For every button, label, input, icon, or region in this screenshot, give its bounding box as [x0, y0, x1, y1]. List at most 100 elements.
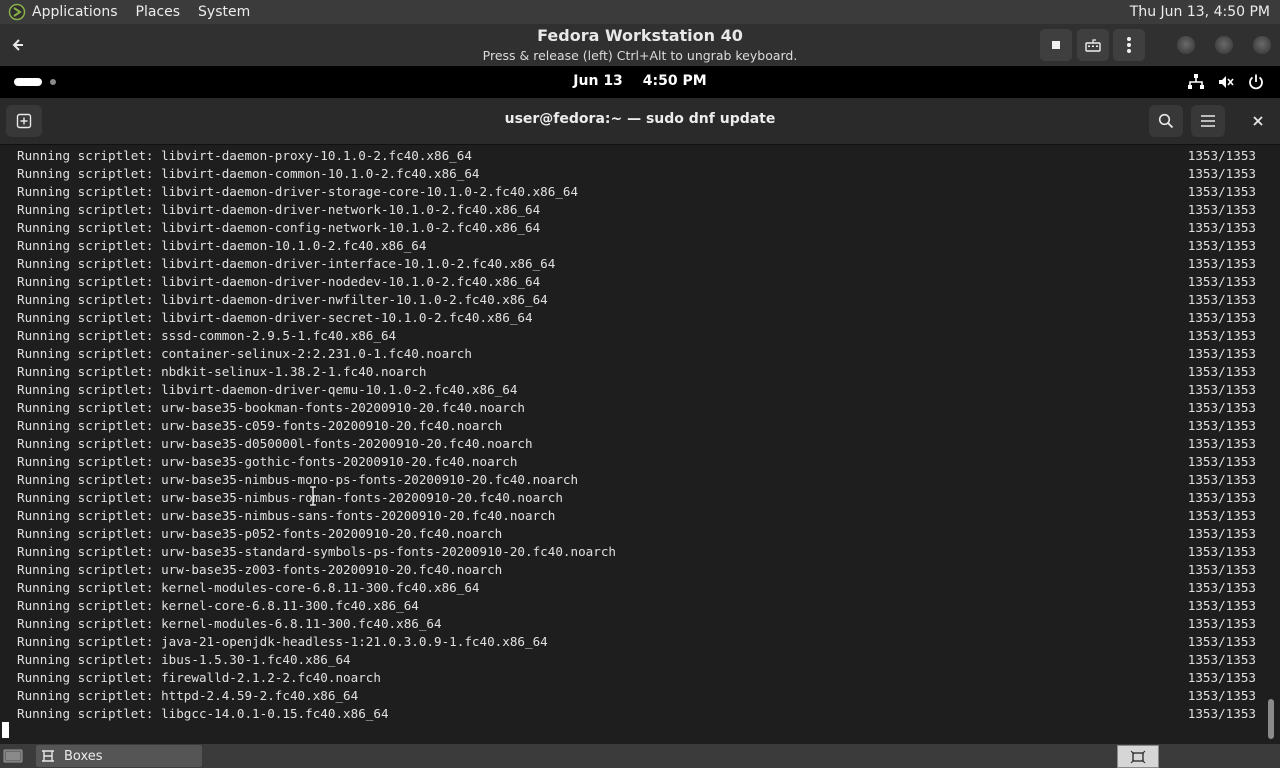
line-prefix: Running scriptlet: [17, 202, 162, 217]
terminal-line: Running scriptlet: libvirt-daemon-driver… [17, 273, 1262, 291]
terminal-line: Running scriptlet: libvirt-daemon-driver… [17, 201, 1262, 219]
send-keys-button[interactable] [1077, 29, 1109, 61]
show-desktop-icon[interactable] [3, 748, 23, 764]
package-name: libvirt-daemon-driver-interface-10.1.0-2… [161, 256, 556, 271]
progress-count: 1353/1353 [1187, 562, 1256, 577]
progress-count: 1353/1353 [1187, 382, 1256, 397]
package-name: urw-base35-z003-fonts-20200910-20.fc40.n… [161, 562, 503, 577]
close-window-button[interactable] [1253, 36, 1271, 54]
progress-count: 1353/1353 [1187, 598, 1256, 613]
terminal-line: Running scriptlet: sssd-common-2.9.5-1.f… [17, 327, 1262, 345]
progress-count: 1353/1353 [1187, 274, 1256, 289]
line-prefix: Running scriptlet: [17, 472, 162, 487]
terminal-line: Running scriptlet: urw-base35-c059-fonts… [17, 417, 1262, 435]
workspace-switcher[interactable] [1117, 745, 1159, 768]
vertical-dots-icon [1127, 37, 1131, 53]
terminal-line: Running scriptlet: container-selinux-2:2… [17, 345, 1262, 363]
power-icon [1246, 72, 1266, 92]
terminal-line: Running scriptlet: urw-base35-standard-s… [17, 543, 1262, 561]
stop-button[interactable] [1040, 29, 1072, 61]
terminal-line: Running scriptlet: libvirt-daemon-driver… [17, 309, 1262, 327]
host-clock[interactable]: Thu Jun 13, 4:50 PM [1130, 0, 1270, 24]
guest-date: Jun 13 [573, 73, 623, 89]
main-menu-button[interactable] [1191, 105, 1225, 137]
menu-places[interactable]: Places [136, 4, 181, 20]
terminal-line: Running scriptlet: urw-base35-gothic-fon… [17, 453, 1262, 471]
line-prefix: Running scriptlet: [17, 418, 162, 433]
progress-count: 1353/1353 [1187, 328, 1256, 343]
search-button[interactable] [1149, 105, 1183, 137]
package-name: libvirt-daemon-common-10.1.0-2.fc40.x86_… [161, 166, 480, 181]
menu-applications[interactable]: Applications [32, 4, 118, 20]
network-wired-icon [1186, 72, 1206, 92]
taskbar-item-boxes[interactable]: Boxes [36, 745, 202, 767]
terminal-line: Running scriptlet: ibus-1.5.30-1.fc40.x8… [17, 651, 1262, 669]
terminal-block-cursor [2, 722, 9, 738]
line-prefix: Running scriptlet: [17, 400, 162, 415]
line-prefix: Running scriptlet: [17, 580, 162, 595]
maximize-button[interactable] [1215, 36, 1233, 54]
terminal-scrollbar[interactable] [1268, 149, 1274, 739]
line-prefix: Running scriptlet: [17, 616, 162, 631]
terminal-line: Running scriptlet: libgcc-14.0.1-0.15.fc… [17, 705, 1262, 723]
minimize-button[interactable] [1177, 36, 1195, 54]
keyboard-icon [1085, 39, 1101, 52]
package-name: kernel-modules-6.8.11-300.fc40.x86_64 [161, 616, 442, 631]
terminal-line: Running scriptlet: kernel-modules-core-6… [17, 579, 1262, 597]
terminal-line: Running scriptlet: httpd-2.4.59-2.fc40.x… [17, 687, 1262, 705]
progress-count: 1353/1353 [1187, 310, 1256, 325]
workspace-icon [1130, 750, 1146, 763]
terminal-line: Running scriptlet: libvirt-daemon-driver… [17, 291, 1262, 309]
package-name: kernel-core-6.8.11-300.fc40.x86_64 [161, 598, 419, 613]
scrollbar-thumb[interactable] [1268, 699, 1274, 739]
package-name: urw-base35-nimbus-mono-ps-fonts-20200910… [161, 472, 579, 487]
line-prefix: Running scriptlet: [17, 238, 162, 253]
line-prefix: Running scriptlet: [17, 166, 162, 181]
terminal-line: Running scriptlet: libvirt-daemon-driver… [17, 183, 1262, 201]
progress-count: 1353/1353 [1187, 616, 1256, 631]
boxes-header-bar: Fedora Workstation 40 Press & release (l… [0, 24, 1280, 67]
package-name: nbdkit-selinux-1.38.2-1.fc40.noarch [161, 364, 427, 379]
package-name: container-selinux-2:2.231.0-1.fc40.noarc… [161, 346, 472, 361]
package-name: libgcc-14.0.1-0.15.fc40.x86_64 [161, 706, 389, 721]
progress-count: 1353/1353 [1187, 364, 1256, 379]
mate-logo-icon[interactable] [8, 3, 26, 21]
progress-count: 1353/1353 [1187, 400, 1256, 415]
package-name: urw-base35-nimbus-roman-fonts-20200910-2… [161, 490, 563, 505]
progress-count: 1353/1353 [1187, 418, 1256, 433]
line-prefix: Running scriptlet: [17, 364, 162, 379]
line-prefix: Running scriptlet: [17, 670, 162, 685]
progress-count: 1353/1353 [1187, 184, 1256, 199]
progress-count: 1353/1353 [1187, 634, 1256, 649]
system-tray[interactable] [1176, 72, 1266, 92]
package-name: urw-base35-gothic-fonts-20200910-20.fc40… [161, 454, 518, 469]
terminal-output[interactable]: Running scriptlet: libvirt-daemon-proxy-… [0, 145, 1280, 744]
terminal-line: Running scriptlet: urw-base35-p052-fonts… [17, 525, 1262, 543]
hamburger-menu-icon [1201, 115, 1215, 127]
package-name: sssd-common-2.9.5-1.fc40.x86_64 [161, 328, 397, 343]
terminal-line: Running scriptlet: urw-base35-nimbus-mon… [17, 471, 1262, 489]
progress-count: 1353/1353 [1187, 652, 1256, 667]
terminal-line: Running scriptlet: libvirt-daemon-proxy-… [17, 147, 1262, 165]
progress-count: 1353/1353 [1187, 238, 1256, 253]
guest-clock[interactable]: Jun 13 4:50 PM [0, 73, 1280, 89]
line-prefix: Running scriptlet: [17, 274, 162, 289]
vm-menu-button[interactable] [1113, 29, 1145, 61]
line-prefix: Running scriptlet: [17, 706, 162, 721]
package-name: urw-base35-d050000l-fonts-20200910-20.fc… [161, 436, 533, 451]
terminal-close-button[interactable] [1248, 111, 1268, 131]
terminal-line: Running scriptlet: libvirt-daemon-config… [17, 219, 1262, 237]
terminal-lines: Running scriptlet: libvirt-daemon-proxy-… [17, 147, 1262, 723]
taskbar-item-label: Boxes [64, 748, 103, 764]
line-prefix: Running scriptlet: [17, 436, 162, 451]
line-prefix: Running scriptlet: [17, 292, 162, 307]
progress-count: 1353/1353 [1187, 472, 1256, 487]
package-name: kernel-modules-core-6.8.11-300.fc40.x86_… [161, 580, 480, 595]
package-name: libvirt-daemon-driver-nwfilter-10.1.0-2.… [161, 292, 548, 307]
line-prefix: Running scriptlet: [17, 346, 162, 361]
terminal-line: Running scriptlet: nbdkit-selinux-1.38.2… [17, 363, 1262, 381]
progress-count: 1353/1353 [1187, 490, 1256, 505]
menu-system[interactable]: System [198, 4, 250, 20]
stop-icon [1052, 41, 1060, 49]
package-name: urw-base35-standard-symbols-ps-fonts-202… [161, 544, 616, 559]
